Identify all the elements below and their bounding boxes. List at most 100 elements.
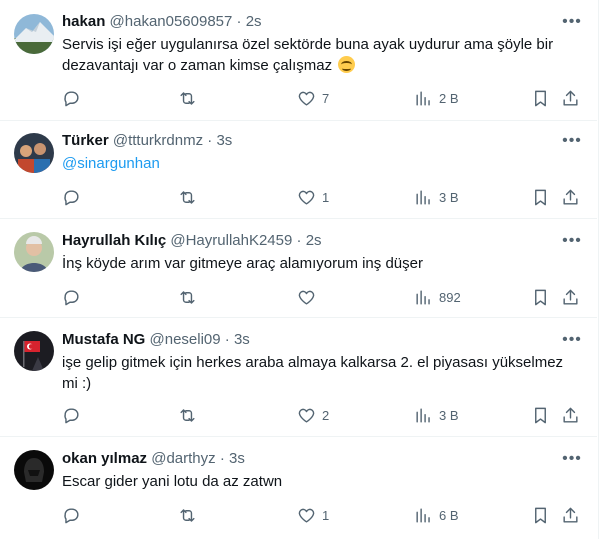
retweet-button[interactable]: [178, 404, 203, 426]
more-icon[interactable]: •••: [561, 449, 583, 469]
tweet[interactable]: Mustafa NG @neseli09 · 3s ••• işe gelip …: [0, 318, 597, 437]
like-icon: [298, 290, 315, 305]
like-icon: [298, 408, 315, 423]
more-icon[interactable]: •••: [561, 231, 583, 251]
tweet[interactable]: okan yılmaz @darthyz · 3s ••• Escar gide…: [0, 437, 597, 539]
tweet-actions: 2 3 B: [0, 404, 597, 426]
views-icon: [416, 289, 430, 305]
tweet-text: işe gelip gitmek için herkes araba almay…: [62, 354, 564, 392]
timestamp[interactable]: 3s: [229, 450, 245, 467]
tweet-actions: 1 3 B: [0, 186, 597, 208]
avatar[interactable]: [14, 331, 54, 371]
tweet-text: Escar gider yani lotu da az zatwn: [62, 473, 283, 490]
tweet-text: @sinargunhan: [62, 153, 582, 174]
bookmark-button[interactable]: [531, 504, 550, 526]
like-icon: [298, 190, 315, 205]
avatar[interactable]: [14, 450, 54, 490]
like-icon: [298, 508, 315, 523]
retweet-icon: [180, 508, 195, 522]
separator: ·: [207, 132, 213, 149]
views-icon: [416, 507, 430, 523]
user-handle[interactable]: @hakan05609857: [110, 13, 233, 30]
timestamp[interactable]: 2s: [306, 232, 322, 249]
display-name[interactable]: Türker: [62, 132, 109, 149]
more-icon[interactable]: •••: [561, 131, 583, 151]
retweet-button[interactable]: [178, 504, 203, 526]
display-name[interactable]: hakan: [62, 13, 105, 30]
views-button[interactable]: 3 B: [414, 186, 459, 208]
reply-button[interactable]: [62, 504, 87, 526]
reply-icon: [64, 90, 79, 106]
share-button[interactable]: [561, 404, 580, 426]
user-handle[interactable]: @darthyz: [151, 450, 215, 467]
timestamp[interactable]: 2s: [246, 13, 262, 30]
retweet-icon: [180, 290, 195, 304]
reply-button[interactable]: [62, 87, 87, 109]
like-button[interactable]: 7: [297, 87, 329, 109]
like-button[interactable]: [297, 286, 322, 308]
bookmark-button[interactable]: [531, 286, 550, 308]
reply-button[interactable]: [62, 286, 87, 308]
tweet-feed: hakan @hakan05609857 · 2s ••• Servis işi…: [0, 0, 599, 539]
share-icon: [563, 289, 578, 305]
like-count: 1: [322, 507, 330, 523]
view-count: 3 B: [439, 407, 459, 423]
avatar[interactable]: [14, 14, 54, 54]
bookmark-icon: [535, 407, 546, 423]
reply-icon: [64, 189, 79, 205]
display-name[interactable]: Hayrullah Kılıç: [62, 232, 166, 249]
views-button[interactable]: 892: [414, 286, 461, 308]
tweet-text: Servis işi eğer uygulanırsa özel sektörd…: [62, 36, 554, 74]
reply-icon: [64, 507, 79, 523]
share-icon: [563, 90, 578, 106]
separator: ·: [236, 13, 242, 30]
tweet[interactable]: Hayrullah Kılıç @HayrullahK2459 · 2s •••…: [0, 219, 597, 318]
share-button[interactable]: [561, 186, 580, 208]
user-handle[interactable]: @neseli09: [150, 331, 221, 348]
reply-button[interactable]: [62, 404, 87, 426]
mention-link[interactable]: @sinargunhan: [62, 155, 160, 172]
user-handle[interactable]: @HayrullahK2459: [170, 232, 292, 249]
views-icon: [416, 189, 430, 205]
display-name[interactable]: okan yılmaz: [62, 450, 147, 467]
like-button[interactable]: 2: [297, 404, 329, 426]
reply-button[interactable]: [62, 186, 87, 208]
more-icon[interactable]: •••: [561, 12, 583, 32]
like-button[interactable]: 1: [297, 504, 329, 526]
share-button[interactable]: [561, 87, 580, 109]
bookmark-button[interactable]: [531, 186, 550, 208]
share-button[interactable]: [561, 286, 580, 308]
bookmark-button[interactable]: [531, 404, 550, 426]
bookmark-button[interactable]: [531, 87, 550, 109]
like-button[interactable]: 1: [297, 186, 329, 208]
views-button[interactable]: 6 B: [414, 504, 459, 526]
tweet-actions: 892: [0, 286, 597, 308]
separator: ·: [224, 331, 230, 348]
more-icon[interactable]: •••: [561, 330, 583, 350]
retweet-button[interactable]: [178, 87, 203, 109]
reply-icon: [64, 407, 79, 423]
display-name[interactable]: Mustafa NG: [62, 331, 145, 348]
tweet-actions: 7 2 B: [0, 87, 597, 109]
tweet-actions: 1 6 B: [0, 504, 597, 526]
avatar[interactable]: [14, 133, 54, 173]
retweet-icon: [180, 408, 195, 422]
separator: ·: [219, 450, 225, 467]
timestamp[interactable]: 3s: [216, 132, 232, 149]
share-icon: [563, 407, 578, 423]
avatar[interactable]: [14, 232, 54, 272]
like-count: 7: [322, 90, 330, 106]
share-icon: [563, 189, 578, 205]
tweet[interactable]: Türker @ttturkrdnmz · 3s ••• @sinargunha…: [0, 121, 597, 219]
share-button[interactable]: [561, 504, 580, 526]
timestamp[interactable]: 3s: [234, 331, 250, 348]
tweet[interactable]: hakan @hakan05609857 · 2s ••• Servis işi…: [0, 0, 597, 121]
retweet-button[interactable]: [178, 186, 203, 208]
retweet-icon: [180, 91, 195, 105]
retweet-button[interactable]: [178, 286, 203, 308]
smiling-face-emoji: [338, 56, 356, 73]
views-button[interactable]: 2 B: [414, 87, 459, 109]
user-handle[interactable]: @ttturkrdnmz: [113, 132, 203, 149]
views-button[interactable]: 3 B: [414, 404, 459, 426]
tweet-text: İnş köyde arım var gitmeye araç alamıyor…: [62, 255, 423, 272]
